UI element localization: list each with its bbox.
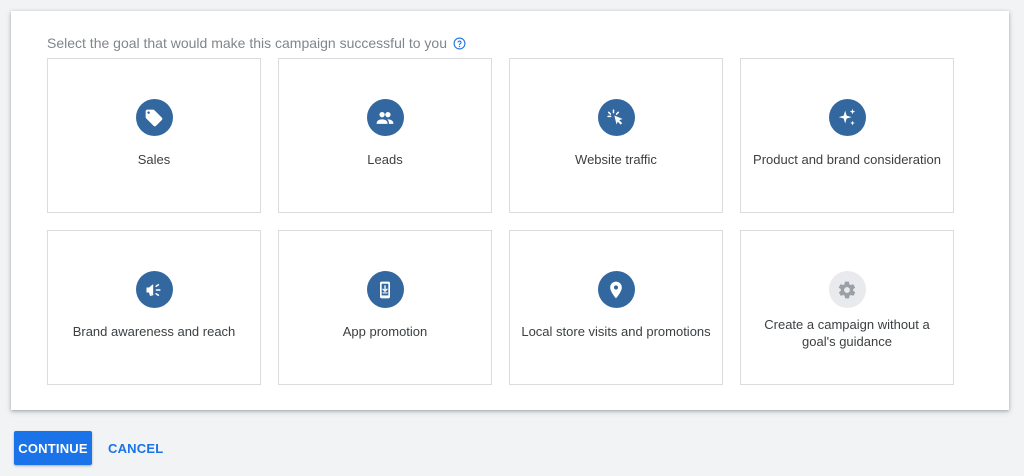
goal-selection-panel: Select the goal that would make this cam… <box>11 11 1009 410</box>
megaphone-icon <box>135 271 173 308</box>
goal-card-leads[interactable]: Leads <box>278 58 492 213</box>
phone-download-icon <box>366 271 404 308</box>
gear-icon <box>828 271 866 308</box>
goal-card-label: Brand awareness and reach <box>72 324 236 339</box>
continue-button[interactable]: CONTINUE <box>14 431 92 465</box>
goal-card-product-brand-consideration[interactable]: Product and brand consideration <box>740 58 954 213</box>
goal-card-brand-awareness-reach[interactable]: Brand awareness and reach <box>47 230 261 385</box>
goal-card-website-traffic[interactable]: Website traffic <box>509 58 723 213</box>
goal-card-label: Leads <box>367 152 403 167</box>
goal-card-label: Sales <box>137 152 171 167</box>
goal-card-label: Create a campaign without a goal's guida… <box>764 317 930 349</box>
tag-icon <box>135 99 173 136</box>
goal-prompt: Select the goal that would make this cam… <box>47 35 466 51</box>
goal-card-label: Website traffic <box>575 152 657 167</box>
goal-card-label: Local store visits and promotions <box>521 324 711 339</box>
people-icon <box>366 99 404 136</box>
goal-prompt-text: Select the goal that would make this cam… <box>47 35 447 51</box>
cancel-button[interactable]: CANCEL <box>100 431 171 465</box>
sparkle-icon <box>828 99 866 136</box>
goal-card-local-store-visits[interactable]: Local store visits and promotions <box>509 230 723 385</box>
goal-card-label: App promotion <box>342 324 428 339</box>
help-circle-icon[interactable] <box>453 37 466 50</box>
location-pin-icon <box>597 271 635 308</box>
goal-card-label: Product and brand consideration <box>753 152 941 167</box>
goal-card-no-goal-guidance[interactable]: Create a campaign without a goal's guida… <box>740 230 954 385</box>
cursor-click-icon <box>597 99 635 136</box>
goal-card-app-promotion[interactable]: App promotion <box>278 230 492 385</box>
goal-card-sales[interactable]: Sales <box>47 58 261 213</box>
